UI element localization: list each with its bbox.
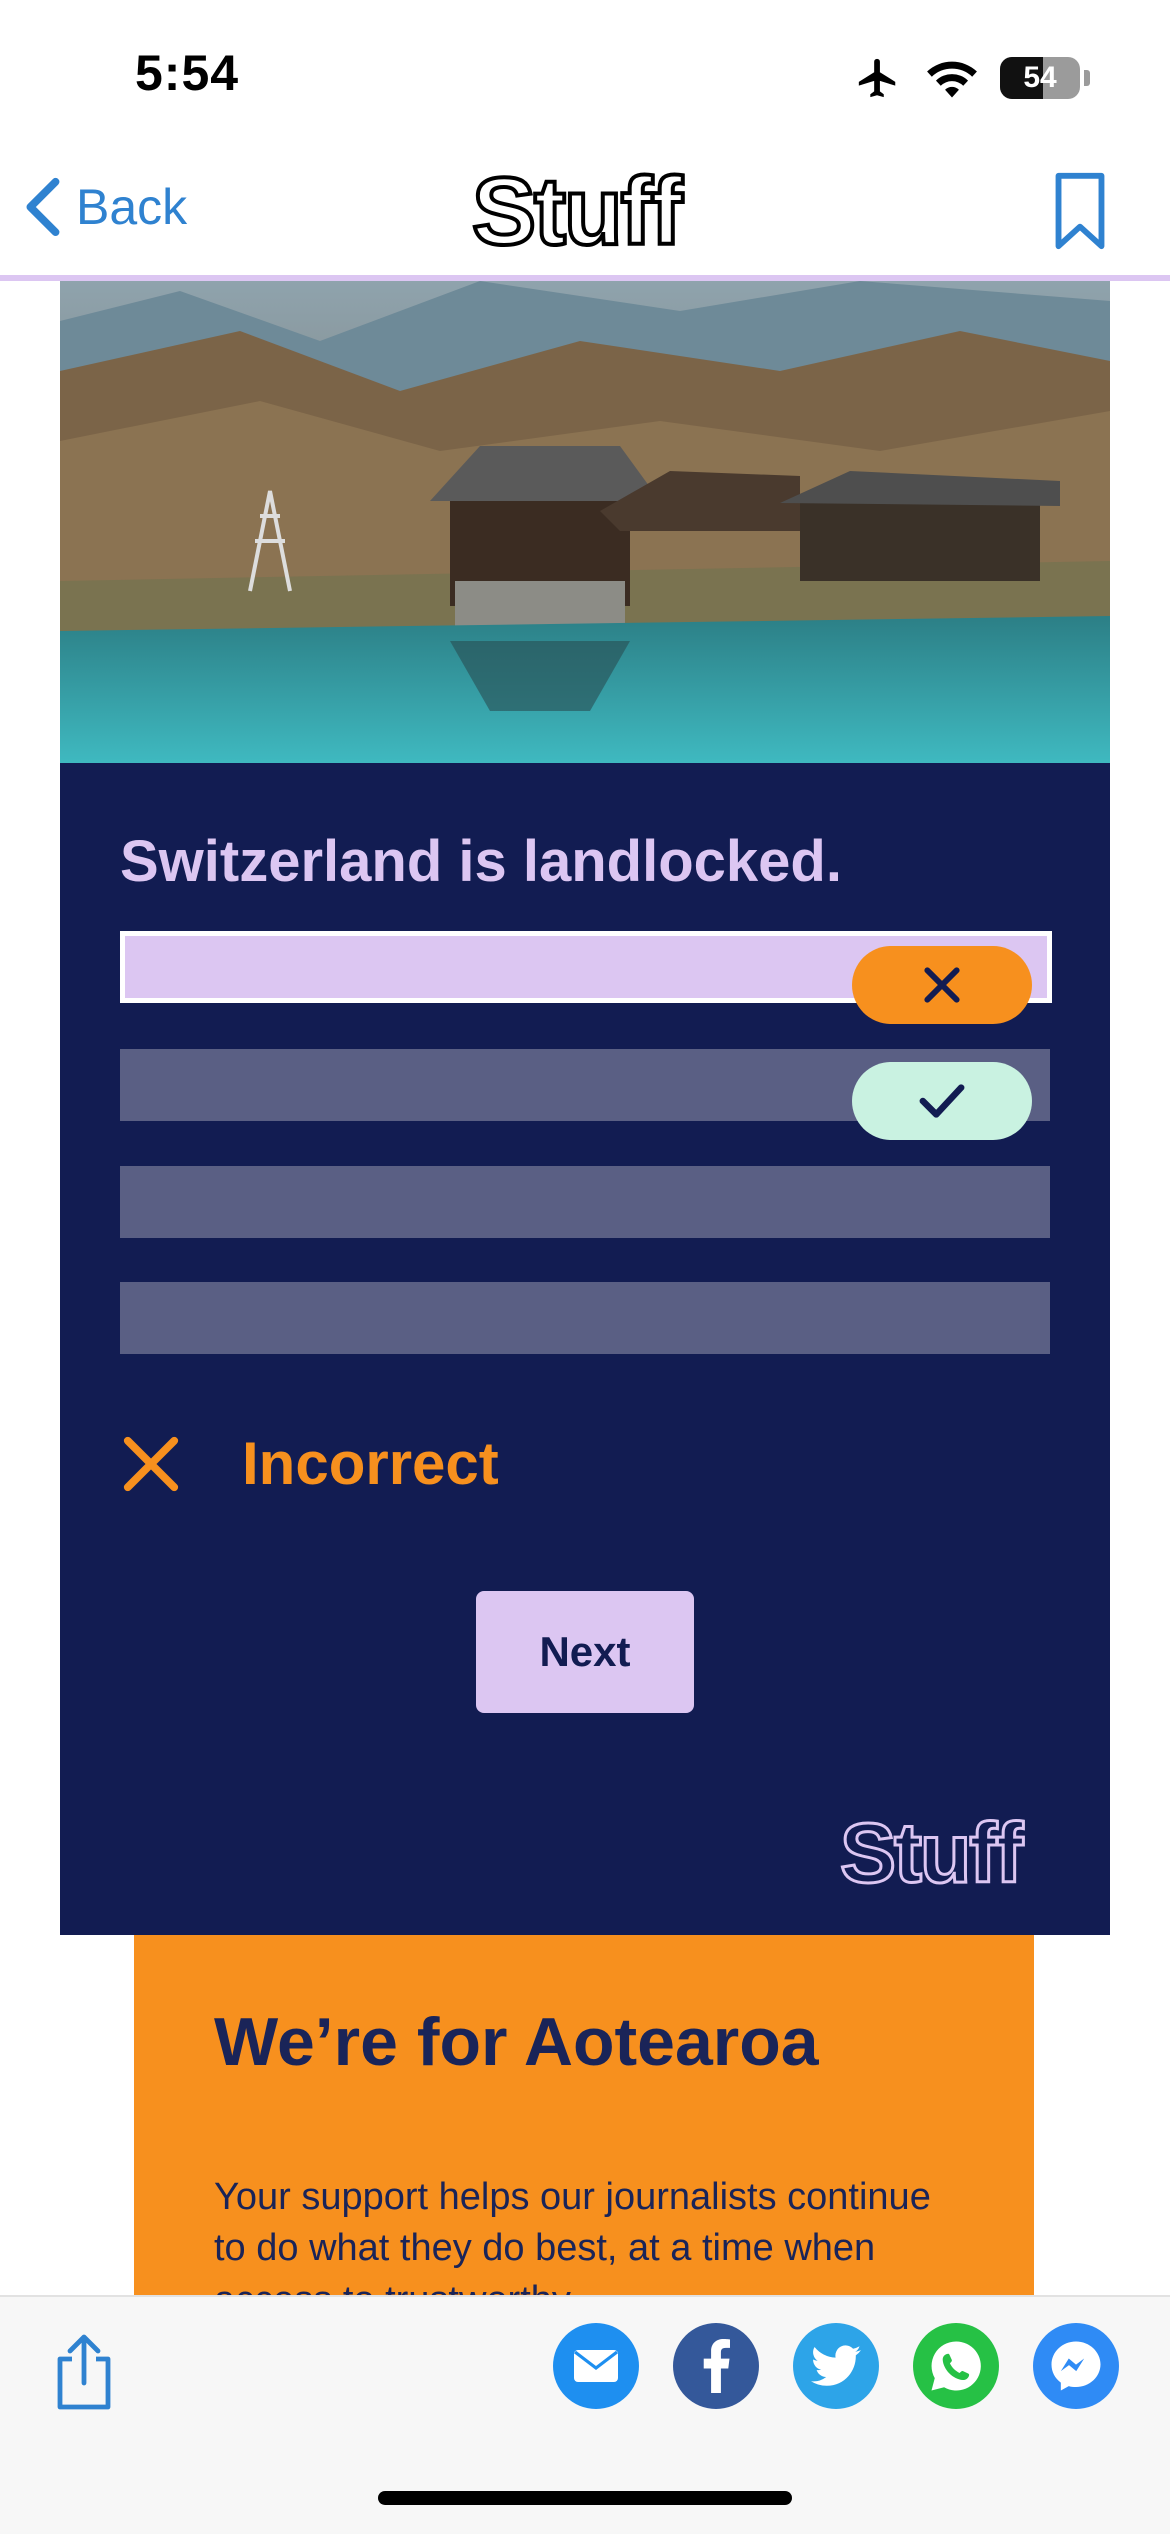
- facebook-icon: [703, 2339, 730, 2393]
- false-answer-badge: [852, 946, 1032, 1024]
- battery-icon: 54: [1000, 57, 1080, 99]
- chevron-left-icon: [26, 177, 60, 237]
- twitter-icon: [811, 2345, 861, 2386]
- mountain-lake-illustration: [60, 281, 1110, 763]
- status-bar: 5:54 54: [0, 0, 1170, 150]
- messenger-icon: [1051, 2341, 1101, 2391]
- whatsapp-share-button[interactable]: [913, 2323, 999, 2409]
- email-icon: [574, 2350, 618, 2382]
- next-button[interactable]: Next: [476, 1591, 694, 1713]
- promo-title: We’re for Aotearoa: [214, 2004, 819, 2080]
- home-indicator: [378, 2491, 792, 2505]
- answer-option-4[interactable]: [120, 1282, 1050, 1354]
- incorrect-icon: [123, 1436, 179, 1491]
- twitter-share-button[interactable]: [793, 2323, 879, 2409]
- stuff-logo: Stuff: [470, 158, 685, 265]
- stuff-logo-footer: Stuff: [838, 1806, 1024, 1900]
- result-label: Incorrect: [242, 1430, 499, 1497]
- battery-level: 54: [1023, 61, 1057, 94]
- airplane-icon: [858, 58, 896, 98]
- status-time: 5:54: [135, 45, 240, 101]
- battery-tip: [1084, 70, 1090, 86]
- back-label: Back: [76, 179, 188, 235]
- close-icon: [924, 967, 960, 1003]
- wifi-icon: [927, 61, 977, 98]
- messenger-share-button[interactable]: [1033, 2323, 1119, 2409]
- status-icons: 54: [852, 50, 1090, 106]
- navigation-bar: Back Stuff: [0, 150, 1170, 275]
- quiz-image: [60, 281, 1110, 763]
- facebook-share-button[interactable]: [673, 2323, 759, 2409]
- quiz-question: Switzerland is landlocked.: [120, 829, 842, 894]
- back-button[interactable]: Back: [22, 172, 187, 242]
- email-share-button[interactable]: [553, 2323, 639, 2409]
- promo-body: Your support helps our journalists conti…: [214, 2176, 931, 2295]
- share-icon[interactable]: [52, 2331, 116, 2411]
- whatsapp-icon: [931, 2341, 981, 2391]
- answer-option-3[interactable]: [120, 1166, 1050, 1238]
- support-promo-banner[interactable]: We’re for Aotearoa Your support helps ou…: [134, 1935, 1034, 2295]
- bookmark-icon[interactable]: [1052, 170, 1108, 252]
- checkmark-icon: [919, 1084, 965, 1118]
- true-answer-badge: [852, 1062, 1032, 1140]
- quiz-card: Switzerland is landlocked. Incorrect Nex…: [60, 763, 1110, 1935]
- result-feedback: Incorrect: [120, 1429, 499, 1498]
